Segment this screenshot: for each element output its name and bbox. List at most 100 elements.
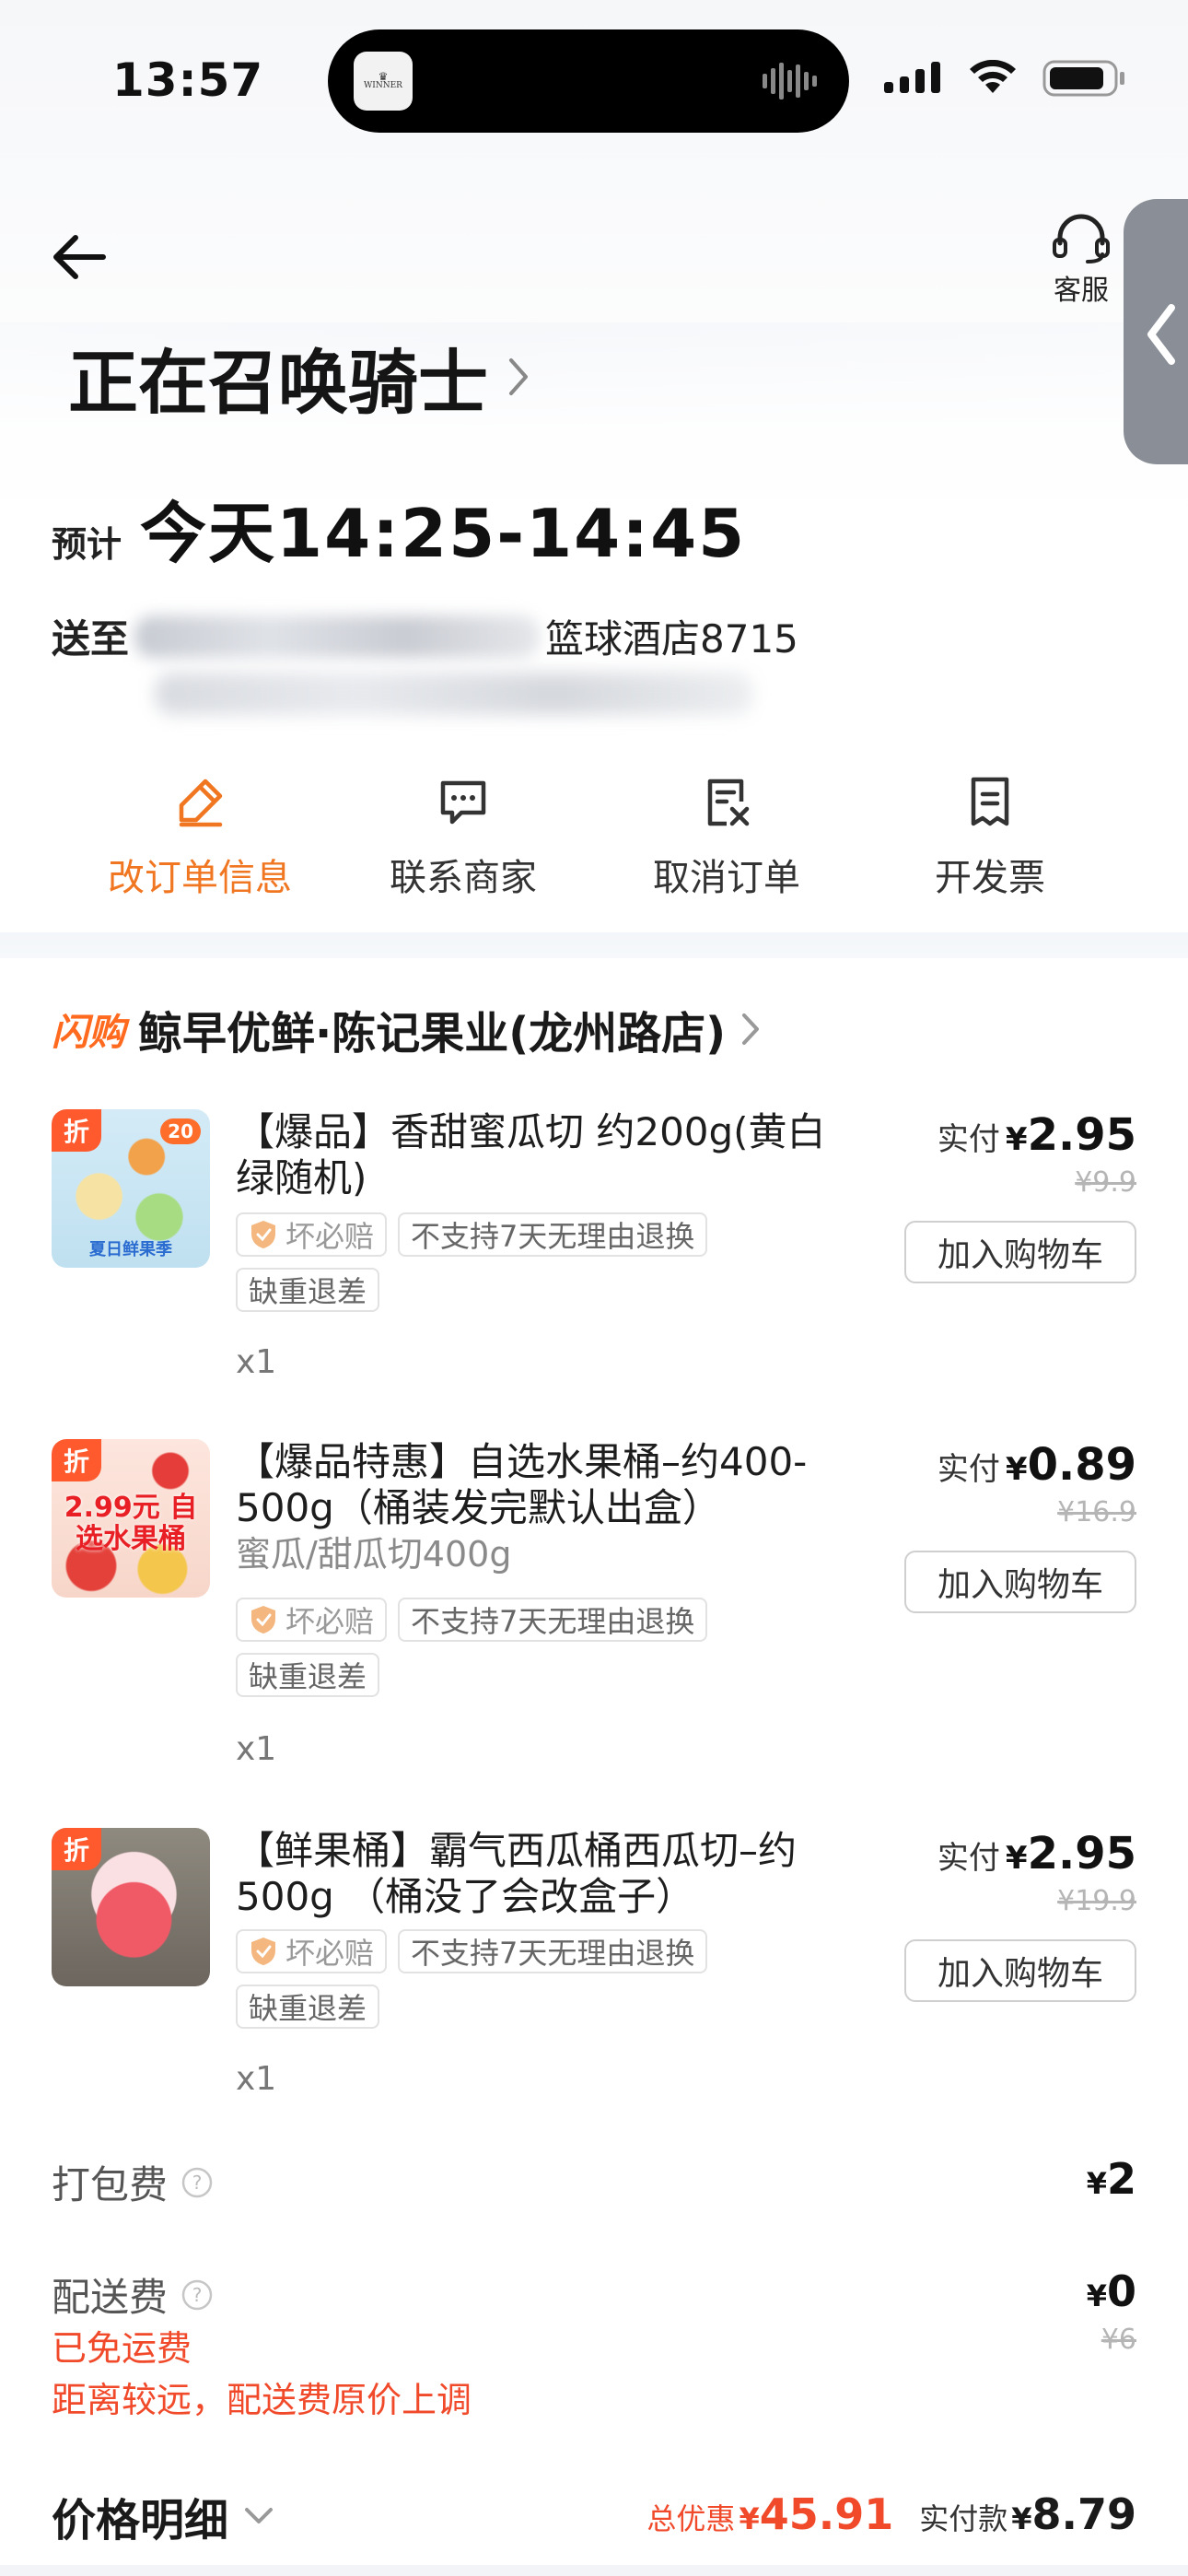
price-row: 实付 ¥ 2.95 [904,1109,1136,1161]
no-return-tag: 不支持7天无理由退换 [398,1212,708,1257]
order-status-title[interactable]: 正在召唤骑士 [68,326,530,427]
no-return-tag: 不支持7天无理由退换 [398,1929,708,1973]
weight-refund-tag: 缺重退差 [236,1268,380,1312]
cancel-order-button[interactable]: 取消订单 [595,774,858,912]
address-text: 篮球酒店8715 [545,616,798,662]
currency-symbol: ¥ [1011,2501,1032,2536]
fee-label-text: 打包费 [52,2162,169,2207]
invoice-icon [971,777,1009,826]
side-drawer-handle[interactable] [1124,199,1188,464]
delivery-original-price: ¥6 [1101,2324,1136,2356]
bottom-divider [0,2565,1188,2576]
chevron-down-icon [245,2508,274,2523]
item-price: 2.95 [1027,1109,1136,1161]
currency-symbol: ¥ [1086,2278,1107,2313]
original-price: ¥9.9 [1075,1166,1136,1199]
shop-name: 鲸早优鲜·陈记果业(龙州路店) [138,1008,727,1060]
audio-wave-icon [763,63,817,100]
chevron-right-icon [742,1013,760,1045]
delivery-eta: 预计 今天14:25-14:45 [52,479,746,576]
currency-symbol: ¥ [1005,1451,1028,1488]
delivery-address[interactable]: 送至 篮球酒店8715 [52,608,798,664]
address-label: 送至 [52,616,130,662]
tag-label: 坏必赔 [285,1936,375,1971]
price-detail-toggle[interactable]: 价格明细 [52,2484,274,2548]
packing-fee-row: 打包费 ? ¥ 2 [52,2154,1136,2210]
product-title[interactable]: 【鲜果桶】霸气西瓜桶西瓜切–约500g （桶没了会改盒子） [236,1828,862,1920]
service-tags: 坏必赔 不支持7天无理由退换 [236,1212,708,1257]
cancel-order-icon [707,779,750,826]
section-divider [0,932,1188,958]
customer-service-label: 客服 [1054,275,1109,307]
service-tags-2: 缺重退差 [236,1985,380,2029]
status-indicators [884,59,1127,98]
product-image[interactable]: 折 2.99元 自选水果桶 [52,1439,210,1598]
delivery-fee-label: 配送费 ? [52,2266,1136,2323]
product-title[interactable]: 【爆品特惠】自选水果桶–约400-500g（桶装发完默认出盒） 蜜瓜/甜瓜切40… [236,1439,862,1577]
island-app-label: WINNER [364,81,402,90]
edit-order-button[interactable]: 改订单信息 [68,774,332,912]
arrow-left-icon [53,235,106,279]
product-image[interactable]: 折 [52,1828,210,1986]
item-quantity: x1 [236,2060,277,2098]
summary-totals: 总优惠 ¥ 45.91 实付款 ¥ 8.79 [646,2489,1136,2539]
shield-check-icon [251,1938,275,1965]
battery-icon [1042,60,1124,97]
order-status-text: 正在召唤骑士 [68,342,488,424]
service-tags-2: 缺重退差 [236,1268,380,1312]
bad-fruit-guarantee-tag: 坏必赔 [236,1212,388,1257]
total-paid-value: 8.79 [1031,2489,1137,2539]
paid-label: 实付 [937,1121,1000,1158]
original-price: ¥16.9 [1057,1496,1136,1528]
price-block: 实付 ¥ 2.95 ¥9.9 加入购物车 [904,1109,1136,1283]
discount-tag: 折 [52,1439,101,1481]
delivery-fee-value: ¥ 0 [1087,2266,1136,2316]
paid-label: 实付 [937,1451,1000,1488]
add-to-cart-button[interactable]: 加入购物车 [904,1551,1136,1613]
currency-symbol: ¥ [1005,1121,1028,1158]
customer-service-button[interactable]: 客服 [1044,212,1118,313]
price-detail-label: 价格明细 [52,2495,229,2547]
total-discount-label: 总优惠 [646,2501,736,2536]
shop-header[interactable]: 闪购 鲸早优鲜·陈记果业(龙州路店) [52,997,761,1061]
item-price: 2.95 [1027,1828,1136,1879]
bad-fruit-guarantee-tag: 坏必赔 [236,1598,388,1642]
free-delivery-note: 已免运费 [52,2328,192,2369]
item-quantity: x1 [236,1343,277,1381]
invoice-button[interactable]: 开发票 [858,774,1122,912]
discount-tag: 折 [52,1828,101,1870]
product-title[interactable]: 【爆品】香甜蜜瓜切 约200g(黄白绿随机) [236,1109,862,1201]
shield-check-icon [251,1606,275,1633]
delivery-fee-row: 配送费 ? 已免运费 距离较远，配送费原价上调 ¥ 0 ¥6 [52,2266,1136,2426]
shield-check-icon [251,1221,275,1248]
cellular-signal-icon [884,62,940,93]
fee-amount: 0 [1106,2266,1136,2316]
tag-label: 坏必赔 [285,1604,375,1639]
product-title-text: 【爆品特惠】自选水果桶–约400-500g（桶装发完默认出盒） [236,1439,808,1530]
contact-merchant-button[interactable]: 联系商家 [332,774,595,912]
eta-label: 预计 [52,524,122,565]
contact-merchant-label: 联系商家 [390,857,537,899]
total-paid-label: 实付款 [919,2501,1008,2536]
fee-amount: 2 [1106,2154,1136,2204]
help-icon[interactable]: ? [181,2166,214,2199]
price-block: 实付 ¥ 2.95 ¥19.9 加入购物车 [904,1828,1136,2002]
price-summary: 价格明细 总优惠 ¥ 45.91 实付款 ¥ 8.79 [52,2484,1136,2548]
edit-icon [179,779,223,827]
back-button[interactable] [48,225,112,289]
paid-label: 实付 [937,1840,1000,1877]
flash-purchase-badge: 闪购 [52,1012,125,1054]
add-to-cart-button[interactable]: 加入购物车 [904,1939,1136,2002]
help-icon[interactable]: ? [181,2278,214,2312]
product-image[interactable]: 折 20 夏日鲜果季 [52,1109,210,1268]
headset-icon [1053,214,1110,263]
invoice-label: 开发票 [935,857,1045,899]
status-time: 13:57 [112,53,264,107]
fee-label-text: 配送费 [52,2275,169,2320]
distance-surcharge-note: 距离较远，配送费原价上调 [52,2380,472,2420]
total-discount-value: 45.91 [759,2489,894,2539]
currency-symbol: ¥ [739,2501,760,2536]
original-price: ¥19.9 [1057,1885,1136,1917]
add-to-cart-button[interactable]: 加入购物车 [904,1221,1136,1283]
edit-order-label: 改订单信息 [108,857,292,899]
